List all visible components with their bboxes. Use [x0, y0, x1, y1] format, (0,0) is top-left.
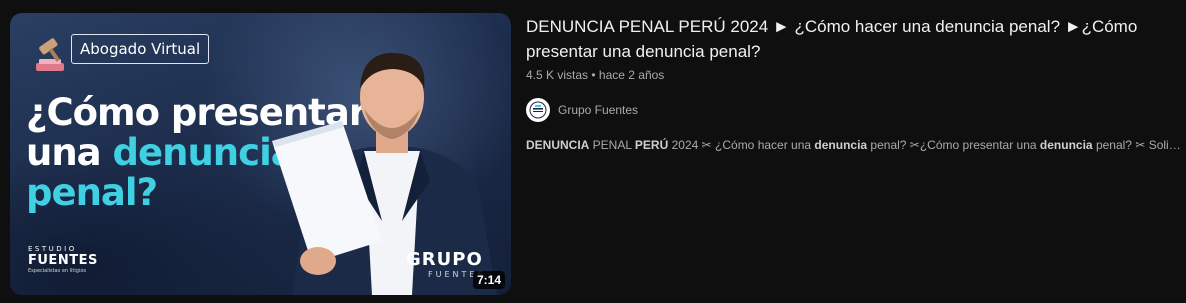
- brand-right-main: GRUPO: [406, 249, 483, 270]
- upload-age: hace 2 años: [598, 68, 665, 82]
- video-thumbnail[interactable]: Abogado Virtual ¿Cómo presentar una denu…: [10, 13, 511, 295]
- video-result-row[interactable]: Abogado Virtual ¿Cómo presentar una denu…: [0, 0, 1186, 303]
- video-description-snippet: DENUNCIA PENAL PERÚ 2024 ✂ ¿Cómo hacer u…: [526, 138, 1184, 152]
- thumbnail-channel-pill: Abogado Virtual: [71, 34, 210, 64]
- video-title-link[interactable]: DENUNCIA PENAL PERÚ 2024 ► ¿Cómo hacer u…: [526, 14, 1176, 64]
- headline-line-2-a: una: [26, 131, 113, 174]
- description-keyword: denuncia: [1039, 138, 1093, 152]
- description-text: PENAL: [589, 138, 635, 152]
- brand-left-big: FUENTES: [28, 253, 98, 268]
- description-text: 2024 ✂ ¿Cómo hacer una: [668, 138, 815, 152]
- description-text: penal? ✂¿Cómo presentar una: [867, 138, 1040, 152]
- description-text: penal? ✂ Solicita un ...: [1095, 138, 1184, 152]
- channel-name[interactable]: Grupo Fuentes: [558, 103, 638, 117]
- video-details: DENUNCIA PENAL PERÚ 2024 ► ¿Cómo hacer u…: [526, 14, 1184, 152]
- headline-accent: denuncia: [112, 131, 296, 174]
- view-count: 4.5 K vistas: [526, 68, 589, 82]
- description-keyword: denuncia: [814, 138, 868, 152]
- gavel-icon: [36, 38, 64, 71]
- channel-link[interactable]: Grupo Fuentes: [526, 98, 1176, 122]
- brand-estudio-fuentes-logo: ESTUDIO FUENTES Especialistas en litigio…: [28, 245, 98, 274]
- description-keyword: DENUNCIA: [526, 138, 590, 152]
- description-keyword: PERÚ: [634, 138, 669, 152]
- meta-separator: •: [588, 68, 599, 82]
- brand-left-small: ESTUDIO: [28, 245, 77, 253]
- video-duration-badge: 7:14: [472, 271, 505, 289]
- channel-avatar[interactable]: [526, 98, 550, 122]
- video-metadata: 4.5 K vistas • hace 2 años: [526, 68, 1176, 82]
- brand-left-tiny: Especialistas en litigios: [28, 268, 87, 274]
- grupo-fuentes-avatar-icon: [529, 101, 547, 119]
